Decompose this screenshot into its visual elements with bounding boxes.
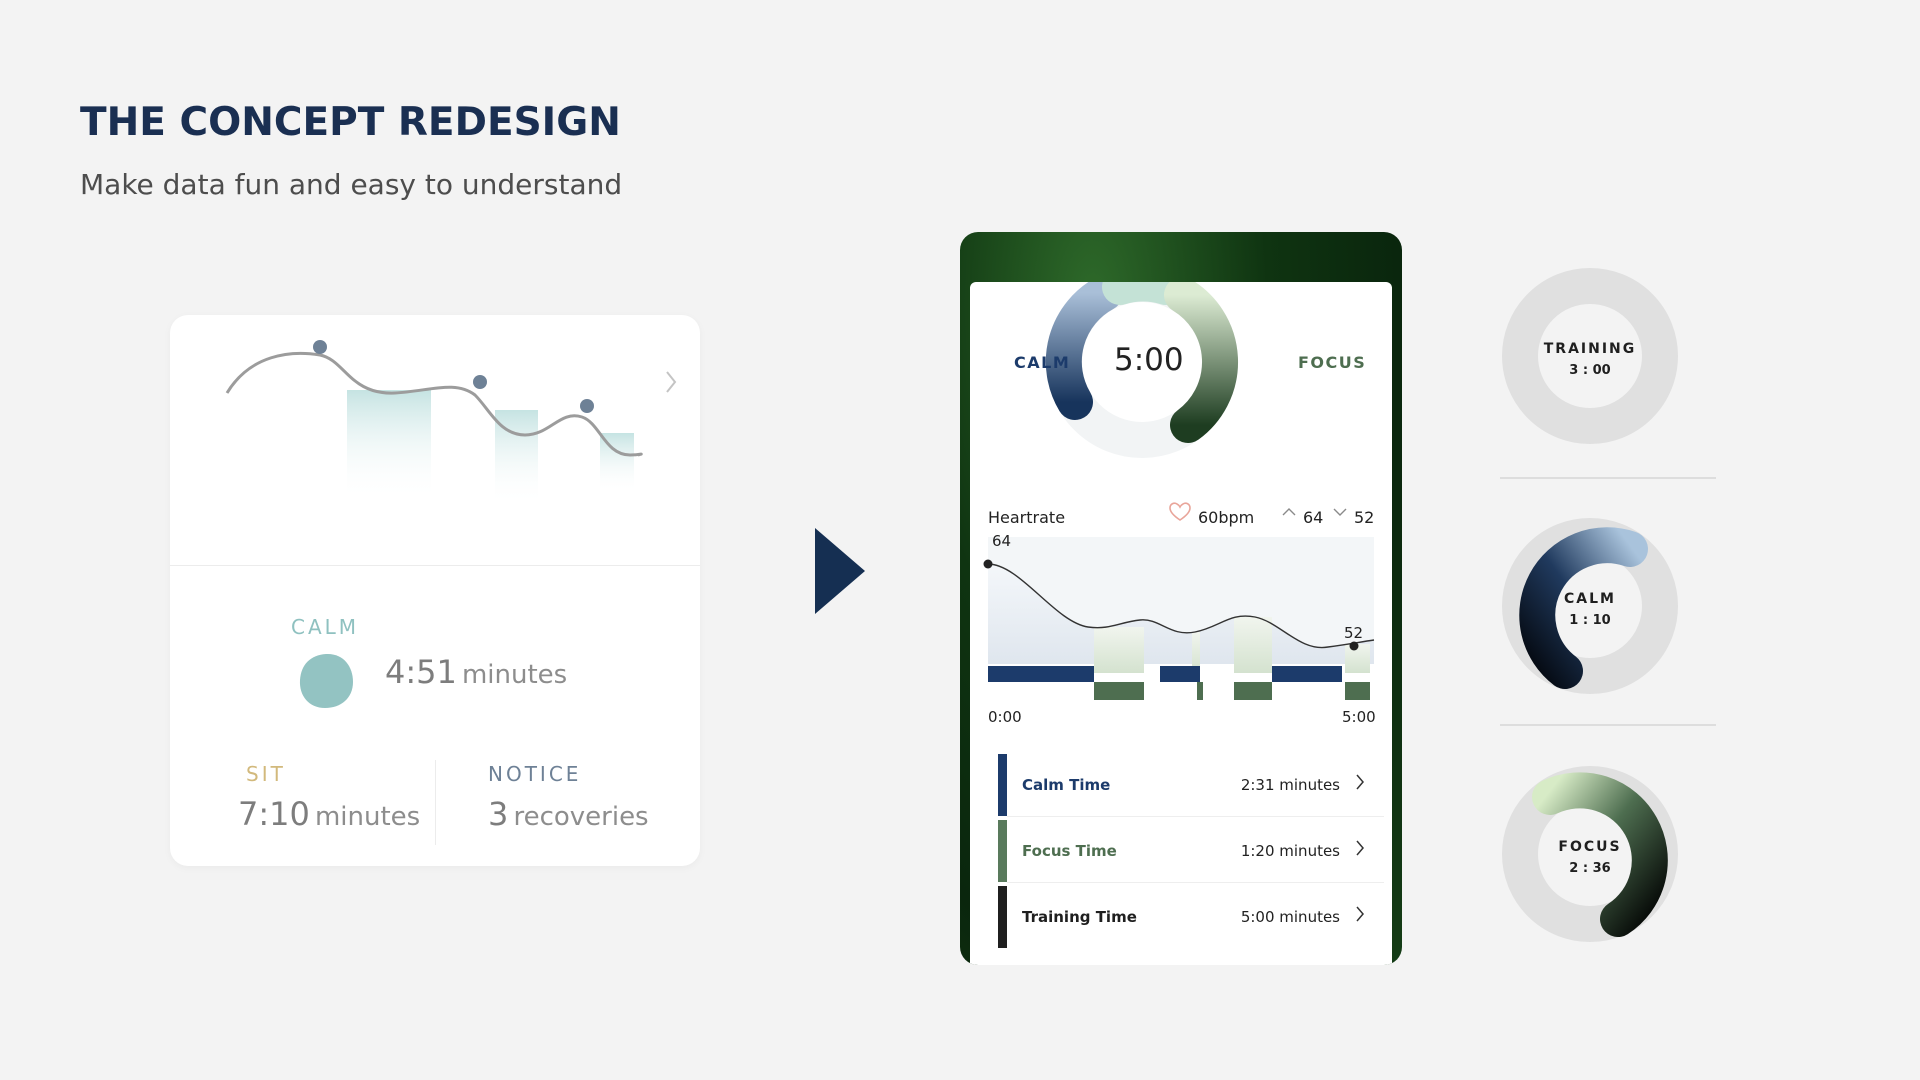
recovery-dot xyxy=(313,340,327,354)
recovery-dot xyxy=(580,399,594,413)
ring-label: FOCUS xyxy=(1558,839,1622,855)
timer-value: 5:00 xyxy=(1114,342,1184,378)
ring-time: 1 : 10 xyxy=(1569,613,1611,628)
focus-period-bar xyxy=(1234,682,1272,700)
calm-duration: 4:51 minutes xyxy=(385,653,568,691)
row-value: 5:00 minutes xyxy=(1240,908,1340,926)
calm-time-row[interactable]: Calm Time 2:31 minutes xyxy=(998,754,1384,817)
wave-line xyxy=(225,351,643,457)
ring-label: CALM xyxy=(1564,591,1616,607)
training-time-row[interactable]: Training Time 5:00 minutes xyxy=(998,886,1384,948)
focus-period-bar xyxy=(1345,682,1370,700)
calm-period-bar xyxy=(1160,666,1200,682)
chevron-right-icon[interactable] xyxy=(666,371,677,393)
chevron-up-icon xyxy=(1282,508,1296,516)
calm-ring: CALM 1 : 10 xyxy=(1500,516,1680,696)
focus-period-bar xyxy=(1197,682,1203,700)
focus-ring: FOCUS 2 : 36 xyxy=(1500,764,1680,944)
heart-icon xyxy=(1169,502,1191,521)
calm-period-bar xyxy=(1272,666,1342,682)
recovery-dot xyxy=(473,375,487,389)
card-divider xyxy=(170,565,700,566)
heartrate-chart xyxy=(983,537,1375,700)
calm-row-indicator xyxy=(998,754,1007,816)
heartrate-label: Heartrate xyxy=(988,508,1066,527)
chart-end-value: 52 xyxy=(1344,624,1364,642)
heartrate-min: 52 xyxy=(1354,508,1375,527)
focus-time-row[interactable]: Focus Time 1:20 minutes xyxy=(998,820,1384,883)
phone-mockup: 5:00 CALM FOCUS Heartrate 60bpm 64 52 64… xyxy=(960,232,1402,965)
mint-arc xyxy=(1102,282,1184,305)
heartrate-average: 60bpm xyxy=(1198,508,1255,527)
notice-count: 3 recoveries xyxy=(488,795,649,833)
heartrate-max: 64 xyxy=(1303,508,1324,527)
row-value: 1:20 minutes xyxy=(1240,842,1340,860)
training-ring: TRAINING 3 : 00 xyxy=(1500,266,1680,446)
chart-time-end: 5:00 xyxy=(1342,708,1376,726)
stat-divider xyxy=(435,760,436,845)
chevron-right-icon xyxy=(1356,906,1364,922)
calm-blob-icon xyxy=(299,653,353,708)
chevron-down-icon xyxy=(1333,508,1347,516)
ring-divider xyxy=(1500,724,1716,726)
focus-column xyxy=(1234,617,1272,673)
notice-label: NOTICE xyxy=(488,762,582,786)
old-design-card: CALM 4:51 minutes SIT 7:10 minutes NOTIC… xyxy=(170,315,700,866)
focus-row-indicator xyxy=(998,820,1007,882)
row-name: Training Time xyxy=(1022,908,1137,926)
row-name: Focus Time xyxy=(1022,842,1117,860)
calm-segment xyxy=(347,390,431,500)
chart-time-start: 0:00 xyxy=(988,708,1022,726)
calm-mode-label: CALM xyxy=(1014,353,1071,372)
focus-mode-label: FOCUS xyxy=(1298,353,1367,372)
sit-label: SIT xyxy=(246,762,286,786)
calm-label: CALM xyxy=(291,615,360,639)
focus-column xyxy=(1094,627,1144,673)
slide-subtitle: Make data fun and easy to understand xyxy=(80,168,623,201)
chart-start-value: 64 xyxy=(992,532,1012,550)
session-summary-card: 5:00 CALM FOCUS Heartrate 60bpm 64 52 64… xyxy=(970,282,1392,965)
chevron-right-icon xyxy=(1356,774,1364,790)
ring-time: 2 : 36 xyxy=(1569,861,1611,876)
calm-period-bar xyxy=(988,666,1094,682)
focus-period-bar xyxy=(1094,682,1144,700)
old-wave-chart xyxy=(225,340,677,505)
heartrate-end-point xyxy=(1349,641,1359,651)
slide-title: THE CONCEPT REDESIGN xyxy=(80,100,621,145)
heartrate-start-point xyxy=(983,559,993,569)
ring-divider xyxy=(1500,477,1716,479)
ring-time: 3 : 00 xyxy=(1569,363,1611,378)
row-name: Calm Time xyxy=(1022,776,1111,794)
training-row-indicator xyxy=(998,886,1007,948)
row-value: 2:31 minutes xyxy=(1240,776,1340,794)
ring-label: TRAINING xyxy=(1543,341,1637,357)
sit-duration: 7:10 minutes xyxy=(238,795,421,833)
play-arrow-icon xyxy=(815,528,865,614)
chevron-right-icon xyxy=(1356,840,1364,856)
